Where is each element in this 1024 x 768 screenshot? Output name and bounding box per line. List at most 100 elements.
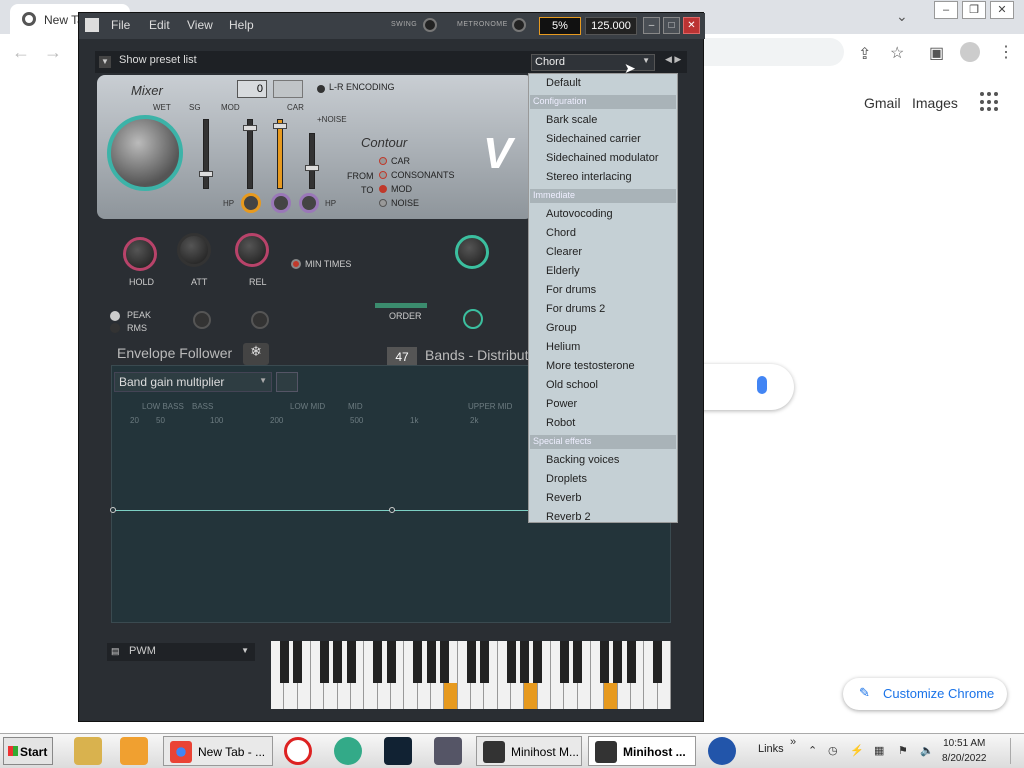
att-knob[interactable]: [177, 233, 211, 267]
contour-mod-radio[interactable]: [379, 185, 387, 193]
show-preset-list-label[interactable]: Show preset list: [119, 54, 197, 66]
side-panel-icon[interactable]: ▣: [929, 43, 944, 63]
swing-knob[interactable]: [423, 18, 437, 32]
tray-power-icon[interactable]: ⚡: [850, 744, 864, 757]
metronome-knob[interactable]: [512, 18, 526, 32]
piano-black-key[interactable]: [346, 641, 356, 683]
snowflake-icon[interactable]: ❄: [243, 343, 269, 365]
minimize-button[interactable]: –: [934, 1, 958, 19]
preset-option[interactable]: Old school: [546, 379, 598, 391]
gmail-link[interactable]: Gmail: [864, 95, 901, 111]
system-clock[interactable]: 10:51 AM 8/20/2022: [942, 736, 987, 766]
contour-consonants-radio[interactable]: [379, 171, 387, 179]
pwm-select[interactable]: ▤ PWM ▼: [107, 643, 255, 661]
preset-option[interactable]: Clearer: [546, 246, 582, 258]
file-explorer-icon[interactable]: [74, 737, 102, 765]
host-maximize-button[interactable]: □: [663, 17, 680, 34]
piano-black-key[interactable]: [333, 641, 343, 683]
car-slider-handle[interactable]: [273, 123, 287, 129]
images-link[interactable]: Images: [912, 95, 958, 111]
preset-option[interactable]: For drums: [546, 284, 596, 296]
piano-black-key[interactable]: [573, 641, 583, 683]
taskbar-minihost-1[interactable]: Minihost M...: [476, 736, 582, 766]
preset-option[interactable]: Stereo interlacing: [546, 171, 632, 183]
piano-black-key[interactable]: [293, 641, 303, 683]
menu-file[interactable]: File: [111, 18, 130, 32]
bands-count[interactable]: 47: [387, 347, 417, 367]
address-bar[interactable]: [704, 38, 844, 66]
number-field-2[interactable]: [273, 80, 303, 98]
star-icon[interactable]: ☆: [890, 43, 904, 63]
forward-arrow-icon[interactable]: →: [44, 42, 62, 63]
media-player-icon[interactable]: [120, 737, 148, 765]
preset-option[interactable]: More testosterone: [546, 360, 635, 372]
lr-encoding-led[interactable]: [317, 85, 325, 93]
piano-black-key[interactable]: [373, 641, 383, 683]
microphone-icon[interactable]: [757, 376, 767, 394]
links-toolbar[interactable]: Links: [758, 743, 784, 755]
hold-knob[interactable]: [123, 237, 157, 271]
windows-icon[interactable]: [334, 737, 362, 765]
piano-black-key[interactable]: [506, 641, 516, 683]
v-app-icon[interactable]: [384, 737, 412, 765]
number-field[interactable]: 0: [237, 80, 267, 98]
piano-black-key[interactable]: [413, 641, 423, 683]
car-slider[interactable]: [277, 119, 283, 189]
chevron-right-icon[interactable]: »: [790, 736, 796, 748]
chevron-down-icon[interactable]: ⌄: [896, 8, 908, 25]
tray-expand-icon[interactable]: ⌃: [808, 744, 817, 757]
preset-list-toggle-icon[interactable]: ▼: [99, 56, 111, 68]
preset-option[interactable]: Autovocoding: [546, 208, 613, 220]
volume-icon[interactable]: 🔈: [920, 744, 934, 757]
contour-noise-radio[interactable]: [379, 199, 387, 207]
preset-option[interactable]: Sidechained modulator: [546, 152, 659, 164]
tempo-display[interactable]: 125.000: [585, 17, 637, 35]
menu-edit[interactable]: Edit: [149, 18, 170, 32]
piano-black-key[interactable]: [466, 641, 476, 683]
opera-icon[interactable]: [284, 737, 312, 765]
piano-black-key[interactable]: [519, 641, 529, 683]
piano-black-key[interactable]: [533, 641, 543, 683]
more-menu-icon[interactable]: ⋮: [998, 42, 1014, 62]
piano-black-key[interactable]: [279, 641, 289, 683]
filter-knob[interactable]: [463, 309, 483, 329]
contour-car-radio[interactable]: [379, 157, 387, 165]
preset-option[interactable]: Power: [546, 398, 577, 410]
host-close-button[interactable]: ✕: [683, 17, 700, 34]
piano-black-key[interactable]: [559, 641, 569, 683]
start-button[interactable]: Start: [3, 737, 53, 765]
tray-flag-icon[interactable]: ⚑: [898, 744, 908, 757]
graph-select[interactable]: Band gain multiplier ▼: [114, 372, 272, 392]
host-minimize-button[interactable]: –: [643, 17, 660, 34]
piano-black-key[interactable]: [386, 641, 396, 683]
tray-network-icon[interactable]: ▦: [874, 744, 884, 757]
search-box[interactable]: [700, 364, 794, 410]
back-arrow-icon[interactable]: ←: [12, 42, 30, 63]
graph-link-toggle[interactable]: [276, 372, 298, 392]
taskbar-minihost-2[interactable]: Minihost ...: [588, 736, 696, 766]
mod-slider-handle[interactable]: [243, 125, 257, 131]
preset-option[interactable]: Sidechained carrier: [546, 133, 641, 145]
piano-black-key[interactable]: [599, 641, 609, 683]
piano-black-key[interactable]: [626, 641, 636, 683]
sg-slider[interactable]: [203, 119, 209, 189]
curve-knob-1[interactable]: [193, 311, 211, 329]
noise-slider[interactable]: [309, 133, 315, 189]
peak-radio[interactable]: [110, 311, 120, 321]
preset-select[interactable]: Chord ▼: [531, 54, 655, 71]
curve-point[interactable]: [389, 507, 395, 513]
stereo-knob[interactable]: [455, 235, 489, 269]
menu-view[interactable]: View: [187, 18, 213, 32]
noise-slider-handle[interactable]: [305, 165, 319, 171]
restore-button[interactable]: ❐: [962, 1, 986, 19]
piano-black-key[interactable]: [653, 641, 663, 683]
preset-option[interactable]: Reverb 2: [546, 511, 591, 523]
preset-nav-arrows[interactable]: ◀ ▶: [665, 54, 681, 65]
tray-clock-icon[interactable]: ◷: [828, 744, 838, 757]
order-indicator[interactable]: [375, 303, 427, 308]
gain-curve-line[interactable]: [114, 510, 534, 511]
curve-knob-2[interactable]: [251, 311, 269, 329]
apps-grid-icon[interactable]: [980, 92, 1000, 112]
piano-black-key[interactable]: [613, 641, 623, 683]
sg-slider-handle[interactable]: [199, 171, 213, 177]
